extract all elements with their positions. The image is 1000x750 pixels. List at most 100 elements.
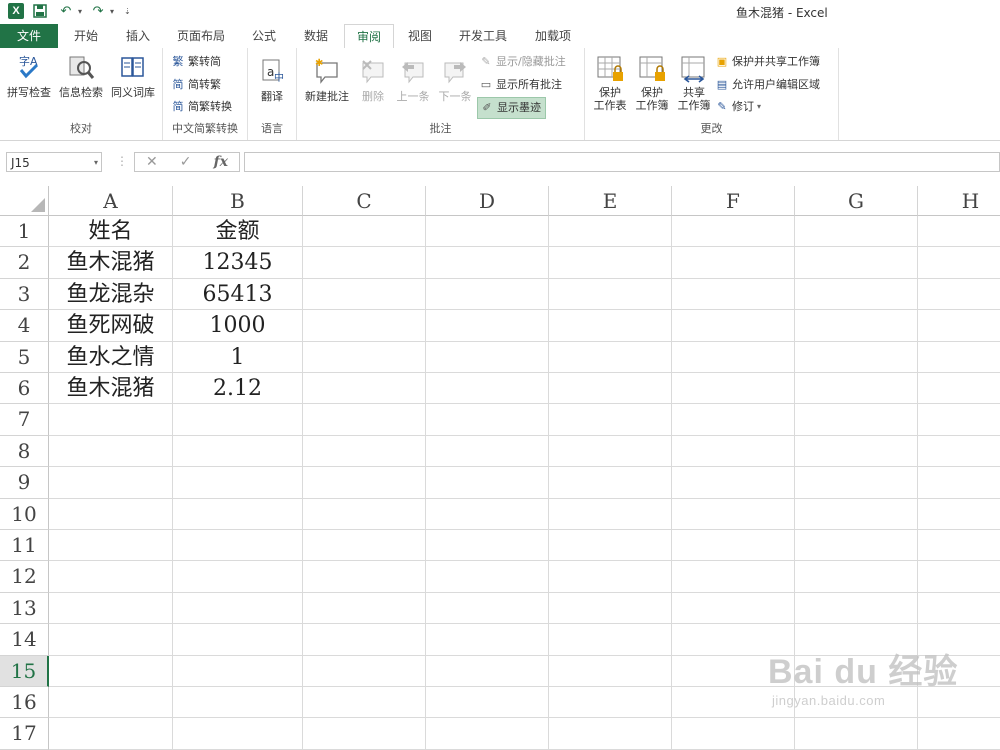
ribbon-review: 字A 拼写检查 信息检索 同义词库 校对 繁繁转简 简简转繁 简简繁转换 中文简… <box>0 48 1000 141</box>
row-header-11[interactable]: 11 <box>0 530 49 562</box>
column-header-b[interactable]: B <box>173 186 303 216</box>
row-header-6[interactable]: 6 <box>0 373 49 405</box>
new-comment-button[interactable]: ✱ 新建批注 <box>301 56 353 104</box>
tab-page-layout[interactable]: 页面布局 <box>166 24 236 48</box>
show-all-comments-button[interactable]: ▭ 显示所有批注 <box>479 75 562 95</box>
cell-a6[interactable]: 鱼木混猪 <box>49 373 172 404</box>
thesaurus-button[interactable]: 同义词库 <box>108 52 158 100</box>
delete-label: 删除 <box>362 90 384 103</box>
protect-workbook-icon <box>637 54 667 84</box>
spelling-label: 拼写检查 <box>7 86 51 99</box>
show-ink-icon: ✐ <box>482 101 492 114</box>
row-header-17[interactable]: 17 <box>0 718 49 750</box>
next-comment-button[interactable]: 下一条 <box>435 56 475 104</box>
tab-review[interactable]: 审阅 <box>344 24 394 50</box>
cancel-icon[interactable]: ✕ <box>146 154 158 170</box>
tab-data[interactable]: 数据 <box>292 24 340 48</box>
cell-a5[interactable]: 鱼水之情 <box>49 342 172 373</box>
track-changes-icon: ✎ <box>717 100 727 113</box>
row-header-14[interactable]: 14 <box>0 624 49 656</box>
research-button[interactable]: 信息检索 <box>56 52 106 100</box>
row-header-2[interactable]: 2 <box>0 247 49 279</box>
tab-developer[interactable]: 开发工具 <box>448 24 518 48</box>
watermark-logo: Bai du 经验 <box>768 653 959 691</box>
row-header-7[interactable]: 7 <box>0 404 49 436</box>
gridline-vertical <box>425 216 426 750</box>
cell-a1[interactable]: 姓名 <box>49 216 172 247</box>
undo-icon[interactable]: ↶ <box>56 2 76 20</box>
redo-icon[interactable]: ↷ <box>88 2 108 20</box>
column-header-h[interactable]: H <box>918 186 1000 216</box>
tab-view[interactable]: 视图 <box>396 24 444 48</box>
undo-dropdown-icon[interactable]: ▾ <box>78 7 82 16</box>
previous-comment-button[interactable]: 上一条 <box>393 56 433 104</box>
cell-b3[interactable]: 65413 <box>173 279 302 310</box>
row-header-10[interactable]: 10 <box>0 498 49 530</box>
customize-qat-icon[interactable]: ⇣ <box>124 7 131 16</box>
column-header-g[interactable]: G <box>795 186 918 216</box>
row-header-8[interactable]: 8 <box>0 435 49 468</box>
gridline-horizontal <box>49 591 1000 593</box>
cell-b1[interactable]: 金额 <box>173 216 302 247</box>
row-header-3[interactable]: 3 <box>0 278 49 311</box>
row-header-15[interactable]: 15 <box>0 655 49 687</box>
name-box[interactable]: J15 ▾ <box>6 152 102 172</box>
ribbon-tabs: 文件 开始 插入 页面布局 公式 数据 审阅 视图 开发工具 加载项 <box>0 24 1000 50</box>
cell-b2[interactable]: 12345 <box>173 247 302 278</box>
research-icon <box>66 52 96 82</box>
column-header-c[interactable]: C <box>303 186 426 216</box>
delete-comment-icon <box>358 56 388 86</box>
svg-text:✱: ✱ <box>315 58 323 69</box>
tab-insert[interactable]: 插入 <box>114 24 162 48</box>
select-all-button[interactable] <box>0 186 49 216</box>
cell-a4[interactable]: 鱼死网破 <box>49 310 172 341</box>
translate-button[interactable]: a中 翻译 <box>252 56 292 104</box>
row-header-4[interactable]: 4 <box>0 310 49 342</box>
column-header-d[interactable]: D <box>426 186 549 216</box>
tab-home[interactable]: 开始 <box>62 24 110 48</box>
tab-formulas[interactable]: 公式 <box>240 24 288 48</box>
new-comment-label: 新建批注 <box>305 90 349 103</box>
convert-button[interactable]: 简简繁转换 <box>171 97 233 117</box>
row-header-9[interactable]: 9 <box>0 467 49 499</box>
protect-workbook-button[interactable]: 保护 工作簿 <box>631 54 673 112</box>
track-changes-dropdown-icon: ▾ <box>757 102 762 111</box>
delete-comment-button[interactable]: 删除 <box>355 56 391 104</box>
enter-icon[interactable]: ✓ <box>180 154 192 170</box>
spelling-button[interactable]: 字A 拼写检查 <box>4 52 54 100</box>
share-workbook-button[interactable]: 共享 工作簿 <box>673 54 715 112</box>
name-box-dropdown-icon[interactable]: ▾ <box>94 153 98 173</box>
quick-access-toolbar: X ↶ ▾ ↷ ▾ ⇣ <box>8 2 131 20</box>
insert-function-icon[interactable]: fx <box>214 154 228 170</box>
row-header-12[interactable]: 12 <box>0 561 49 593</box>
title-bar: X ↶ ▾ ↷ ▾ ⇣ 鱼木混猪 - Excel <box>0 0 1000 24</box>
allow-edit-ranges-button[interactable]: ▤ 允许用户编辑区域 <box>715 75 820 95</box>
formula-input[interactable] <box>244 152 1000 172</box>
cell-b4[interactable]: 1000 <box>173 310 302 341</box>
to-traditional-button[interactable]: 简简转繁 <box>171 75 222 95</box>
redo-dropdown-icon[interactable]: ▾ <box>110 7 114 16</box>
tab-addins[interactable]: 加载项 <box>522 24 584 48</box>
cell-a2[interactable]: 鱼木混猪 <box>49 247 172 278</box>
protect-sheet-button[interactable]: 保护 工作表 <box>589 54 631 112</box>
column-header-f[interactable]: F <box>672 186 795 216</box>
cell-b5[interactable]: 1 <box>173 342 302 373</box>
column-header-a[interactable]: A <box>49 186 173 216</box>
research-label: 信息检索 <box>59 86 103 99</box>
cell-a3[interactable]: 鱼龙混杂 <box>49 279 172 310</box>
row-header-5[interactable]: 5 <box>0 341 49 373</box>
row-header-16[interactable]: 16 <box>0 687 49 719</box>
row-header-13[interactable]: 13 <box>0 592 49 625</box>
show-hide-comment-button[interactable]: ✎ 显示/隐藏批注 <box>479 52 565 72</box>
save-icon[interactable] <box>30 2 50 20</box>
track-changes-button[interactable]: ✎ 修订 ▾ <box>715 97 761 117</box>
protect-share-button[interactable]: ▣ 保护并共享工作簿 <box>715 52 820 72</box>
to-simplified-button[interactable]: 繁繁转简 <box>171 52 222 72</box>
cell-b6[interactable]: 2.12 <box>173 373 302 404</box>
tab-file[interactable]: 文件 <box>0 24 58 48</box>
column-header-e[interactable]: E <box>549 186 672 216</box>
gridline-horizontal <box>49 717 1000 719</box>
row-header-1[interactable]: 1 <box>0 216 49 248</box>
show-all-comments-icon: ▭ <box>480 78 492 91</box>
show-ink-button[interactable]: ✐ 显示墨迹 <box>477 97 546 119</box>
